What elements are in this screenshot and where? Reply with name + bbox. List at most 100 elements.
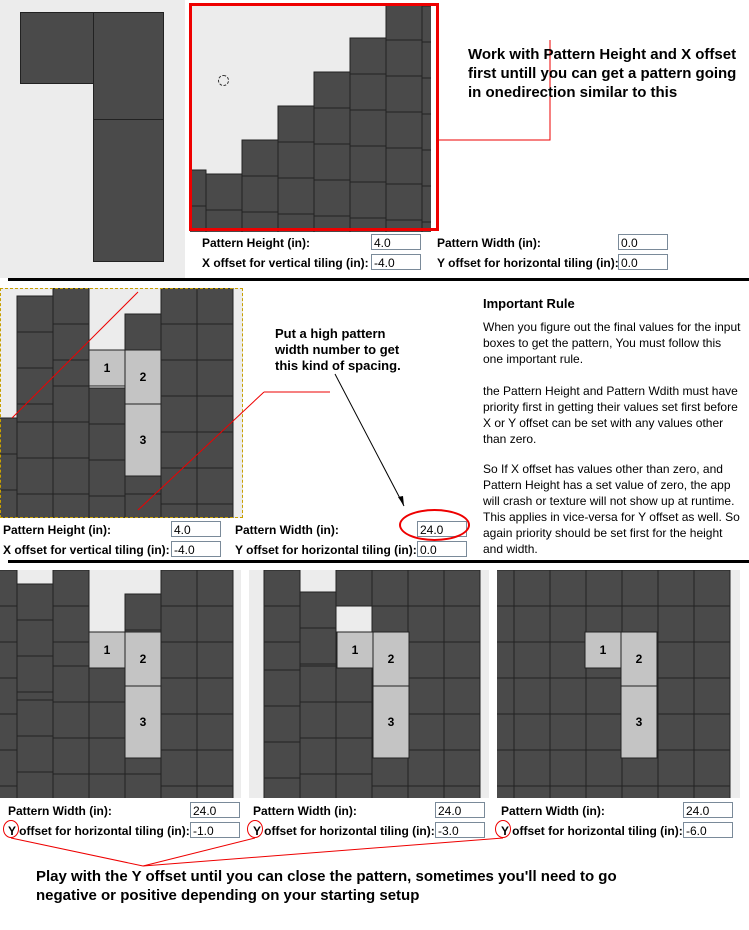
x-offset-input[interactable]: -4.0	[371, 254, 421, 270]
pattern-tile	[497, 749, 515, 787]
pattern-tile	[513, 677, 551, 715]
y-offset-canvas-2: 1 2 3	[263, 570, 481, 798]
y-offset-preview-2: 1 2 3	[249, 570, 489, 798]
pattern-tile	[196, 713, 234, 751]
pattern-tile	[585, 677, 623, 715]
x-offset-label: X offset for vertical tiling (in):	[3, 543, 170, 557]
pattern-tile	[657, 785, 695, 798]
important-rule-paragraph-1: When you figure out the final values for…	[483, 320, 741, 366]
pattern-tile	[549, 713, 587, 751]
top-note: Work with Pattern Height and X offset fi…	[468, 46, 737, 101]
tile-number-2: 2	[636, 652, 643, 666]
pattern-tile	[160, 749, 198, 787]
pattern-tile	[88, 665, 126, 703]
pattern-tile	[443, 713, 481, 751]
pattern-tile	[693, 641, 731, 679]
pattern-tile	[693, 785, 731, 798]
y-offset-canvas-1: 1 2 3	[0, 570, 234, 798]
pattern-tile	[16, 583, 54, 621]
pattern-height-input[interactable]: 4.0	[171, 521, 221, 537]
pattern-tile	[0, 749, 18, 787]
pattern-tile	[16, 735, 54, 773]
pattern-tile	[16, 771, 54, 798]
x-offset-input[interactable]: -4.0	[171, 541, 221, 557]
y-offset-preview-1: 1 2 3	[0, 570, 241, 798]
pattern-tile	[52, 737, 90, 775]
pattern-tile	[657, 605, 695, 643]
pattern-tile	[88, 773, 126, 798]
tile-number-1: 1	[352, 643, 359, 657]
section-divider-2	[8, 560, 749, 563]
pattern-tile	[371, 785, 409, 798]
pattern-tile	[196, 570, 234, 607]
pattern-tile	[407, 641, 445, 679]
pattern-tile	[693, 749, 731, 787]
pattern-tile	[407, 677, 445, 715]
pattern-tile	[585, 785, 623, 798]
pattern-tile	[335, 665, 373, 703]
pattern-tile	[263, 669, 301, 707]
pattern-tile	[160, 641, 198, 679]
pattern-tile	[693, 677, 731, 715]
important-rule-paragraph-2: the Pattern Height and Pattern Wdith mus…	[483, 384, 738, 446]
l-shape-bottom-tile	[93, 119, 164, 262]
y-offset-canvas-3: 1 2 3	[497, 570, 731, 798]
y-offset-input[interactable]: 0.0	[618, 254, 668, 270]
pattern-tile	[657, 677, 695, 715]
y-offset-input[interactable]: 0.0	[417, 541, 467, 557]
pattern-tile	[299, 591, 337, 629]
pattern-tile	[549, 677, 587, 715]
pattern-tile	[497, 713, 515, 751]
pattern-tile	[443, 677, 481, 715]
pattern-width-input[interactable]: 24.0	[190, 802, 240, 818]
red-circle-highlight	[399, 509, 470, 541]
pattern-width-input[interactable]: 24.0	[435, 802, 485, 818]
pattern-tile	[52, 665, 90, 703]
pattern-width-input[interactable]: 0.0	[618, 234, 668, 250]
pattern-tile	[585, 713, 623, 751]
x-offset-label: X offset for vertical tiling (in):	[202, 256, 369, 270]
pattern-tile	[621, 570, 659, 607]
pattern-tile	[513, 749, 551, 787]
pattern-tile	[513, 605, 551, 643]
pattern-tile	[263, 570, 301, 607]
pattern-tile	[497, 570, 515, 607]
pattern-tile	[52, 605, 90, 643]
pattern-tile	[621, 785, 659, 798]
tile-number-3: 3	[140, 715, 147, 729]
pattern-tile	[160, 785, 198, 798]
pattern-tile	[497, 785, 515, 798]
tile-number-1: 1	[600, 643, 607, 657]
pattern-tile	[693, 605, 731, 643]
pattern-tile	[513, 570, 551, 607]
pattern-width-input[interactable]: 24.0	[683, 802, 733, 818]
y-offset-preview-3: 1 2 3	[497, 570, 740, 798]
pattern-width-label: Pattern Width (in):	[501, 804, 605, 818]
pattern-tile	[513, 641, 551, 679]
pattern-tile	[407, 605, 445, 643]
pattern-tile	[443, 641, 481, 679]
pattern-tile	[88, 701, 126, 739]
pattern-tile	[0, 785, 18, 798]
pattern-tile	[549, 641, 587, 679]
pattern-tile	[196, 677, 234, 715]
pattern-tile	[693, 570, 731, 607]
pattern-tile	[693, 713, 731, 751]
pattern-tile	[585, 749, 623, 787]
pattern-width-label: Pattern Width (in):	[437, 236, 541, 250]
pattern-height-label: Pattern Height (in):	[3, 523, 111, 537]
pattern-tile	[196, 641, 234, 679]
pattern-width-label: Pattern Width (in):	[8, 804, 112, 818]
pattern-height-input[interactable]: 4.0	[371, 234, 421, 250]
pattern-tile	[407, 785, 445, 798]
pattern-tile	[657, 713, 695, 751]
pattern-tile	[585, 570, 623, 607]
pattern-tile	[263, 705, 301, 743]
tile-number-3: 3	[388, 715, 395, 729]
pattern-tile	[443, 605, 481, 643]
pattern-tile	[443, 785, 481, 798]
pattern-tile	[263, 605, 301, 643]
pattern-tile	[299, 665, 337, 703]
pattern-tile	[549, 749, 587, 787]
pattern-tile	[0, 713, 18, 751]
